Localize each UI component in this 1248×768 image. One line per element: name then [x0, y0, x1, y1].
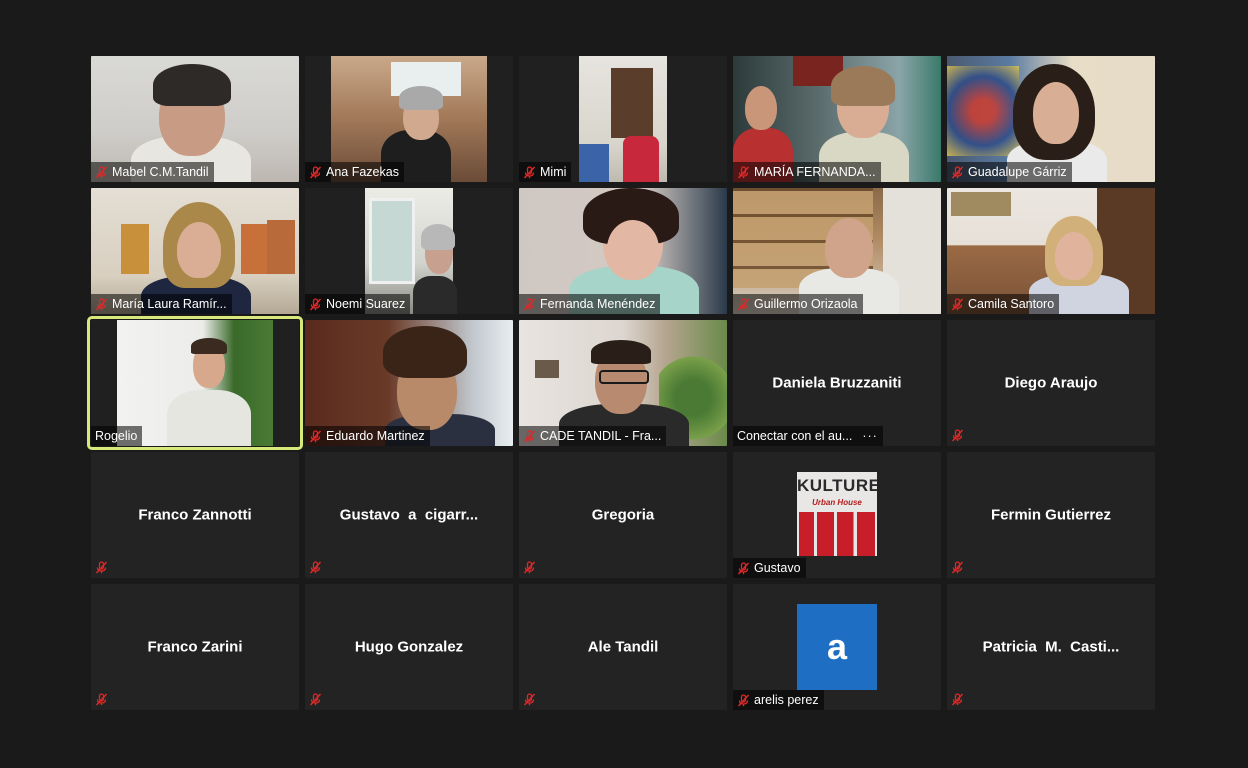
profile-picture: KULTURE Urban House: [797, 472, 877, 556]
participant-tile[interactable]: Guadalupe Gárriz: [947, 56, 1155, 182]
participant-tile[interactable]: Eduardo Martinez: [305, 320, 513, 446]
name-label: Rogelio: [91, 426, 143, 446]
participant-name: Gregoria: [591, 506, 655, 524]
participant-tile[interactable]: Mimi: [519, 56, 727, 182]
participant-tile[interactable]: Diego Araujo: [947, 320, 1155, 446]
name-label: Conectar con el au... ···: [733, 426, 883, 446]
participant-tile[interactable]: Guillermo Orizaola: [733, 188, 941, 314]
participant-name: Diego Araujo: [1004, 374, 1098, 392]
more-options-icon[interactable]: ···: [862, 426, 878, 446]
participant-name: Patricia M. Casti...: [982, 638, 1120, 656]
participant-name: Fermin Gutierrez: [990, 506, 1112, 524]
participant-tile[interactable]: Camila Santoro: [947, 188, 1155, 314]
mic-muted-icon: [737, 561, 750, 575]
participant-tile[interactable]: Gustavo a cigarr...: [305, 452, 513, 578]
name-label: Noemi Suarez: [305, 294, 411, 314]
participant-tile[interactable]: Fermin Gutierrez: [947, 452, 1155, 578]
mic-muted-icon: [309, 165, 322, 179]
mic-muted-icon: [523, 429, 536, 443]
participant-tile[interactable]: Gregoria: [519, 452, 727, 578]
mic-muted-icon: [309, 429, 322, 443]
participant-tile[interactable]: María Laura Ramír...: [91, 188, 299, 314]
participant-name: Gustavo a cigarr...: [339, 506, 479, 524]
participant-gallery: Mabel C.M.Tandil Ana Fazekas Mimi MARÍA …: [87, 56, 1155, 710]
participant-tile[interactable]: Noemi Suarez: [305, 188, 513, 314]
mic-muted-icon: [951, 561, 964, 574]
mic-muted-icon: [309, 693, 322, 706]
mic-muted-icon: [951, 165, 964, 179]
mic-muted-icon: [737, 297, 750, 311]
mic-muted-icon: [95, 297, 108, 311]
mic-muted-icon: [951, 429, 964, 442]
participant-tile[interactable]: Ale Tandil: [519, 584, 727, 710]
mic-muted-icon: [309, 297, 322, 311]
participant-tile-active-speaker[interactable]: Rogelio: [87, 316, 303, 450]
mic-muted-icon: [523, 297, 536, 311]
mic-muted-icon: [95, 165, 108, 179]
participant-name: Franco Zannotti: [138, 506, 252, 524]
mic-muted-icon: [309, 561, 322, 574]
mic-muted-icon: [737, 693, 750, 707]
name-label: Camila Santoro: [947, 294, 1060, 314]
participant-tile[interactable]: Patricia M. Casti...: [947, 584, 1155, 710]
name-label: Eduardo Martinez: [305, 426, 430, 446]
name-label: Guadalupe Gárriz: [947, 162, 1072, 182]
participant-tile[interactable]: Fernanda Menéndez: [519, 188, 727, 314]
profile-picture: a: [797, 604, 877, 690]
participant-tile[interactable]: Ana Fazekas: [305, 56, 513, 182]
name-label: Mabel C.M.Tandil: [91, 162, 214, 182]
name-label: arelis perez: [733, 690, 824, 710]
mic-muted-icon: [737, 165, 750, 179]
name-label: CADE TANDIL - Fra...: [519, 426, 667, 446]
name-label: Gustavo: [733, 558, 806, 578]
participant-name: Ale Tandil: [587, 638, 659, 656]
participant-tile[interactable]: Mabel C.M.Tandil: [91, 56, 299, 182]
mic-muted-icon: [523, 561, 536, 574]
participant-name: Daniela Bruzzaniti: [772, 374, 902, 392]
participant-tile[interactable]: Franco Zarini: [91, 584, 299, 710]
mic-muted-icon: [523, 693, 536, 706]
participant-name: Franco Zarini: [147, 638, 243, 656]
participant-tile[interactable]: MARÍA FERNANDA...: [733, 56, 941, 182]
participant-tile[interactable]: Hugo Gonzalez: [305, 584, 513, 710]
participant-tile[interactable]: Franco Zannotti: [91, 452, 299, 578]
participant-tile[interactable]: Daniela Bruzzaniti Conectar con el au...…: [733, 320, 941, 446]
name-label: María Laura Ramír...: [91, 294, 232, 314]
mic-muted-icon: [523, 165, 536, 179]
participant-name: Hugo Gonzalez: [354, 638, 464, 656]
participant-tile[interactable]: KULTURE Urban House Gustavo: [733, 452, 941, 578]
name-label: Mimi: [519, 162, 572, 182]
participant-tile[interactable]: CADE TANDIL - Fra...: [519, 320, 727, 446]
mic-muted-icon: [951, 693, 964, 706]
name-label: Fernanda Menéndez: [519, 294, 661, 314]
mic-muted-icon: [95, 561, 108, 574]
name-label: Ana Fazekas: [305, 162, 404, 182]
mic-muted-icon: [951, 297, 964, 311]
mic-muted-icon: [95, 693, 108, 706]
name-label: Guillermo Orizaola: [733, 294, 863, 314]
participant-tile[interactable]: a arelis perez: [733, 584, 941, 710]
name-label: MARÍA FERNANDA...: [733, 162, 881, 182]
